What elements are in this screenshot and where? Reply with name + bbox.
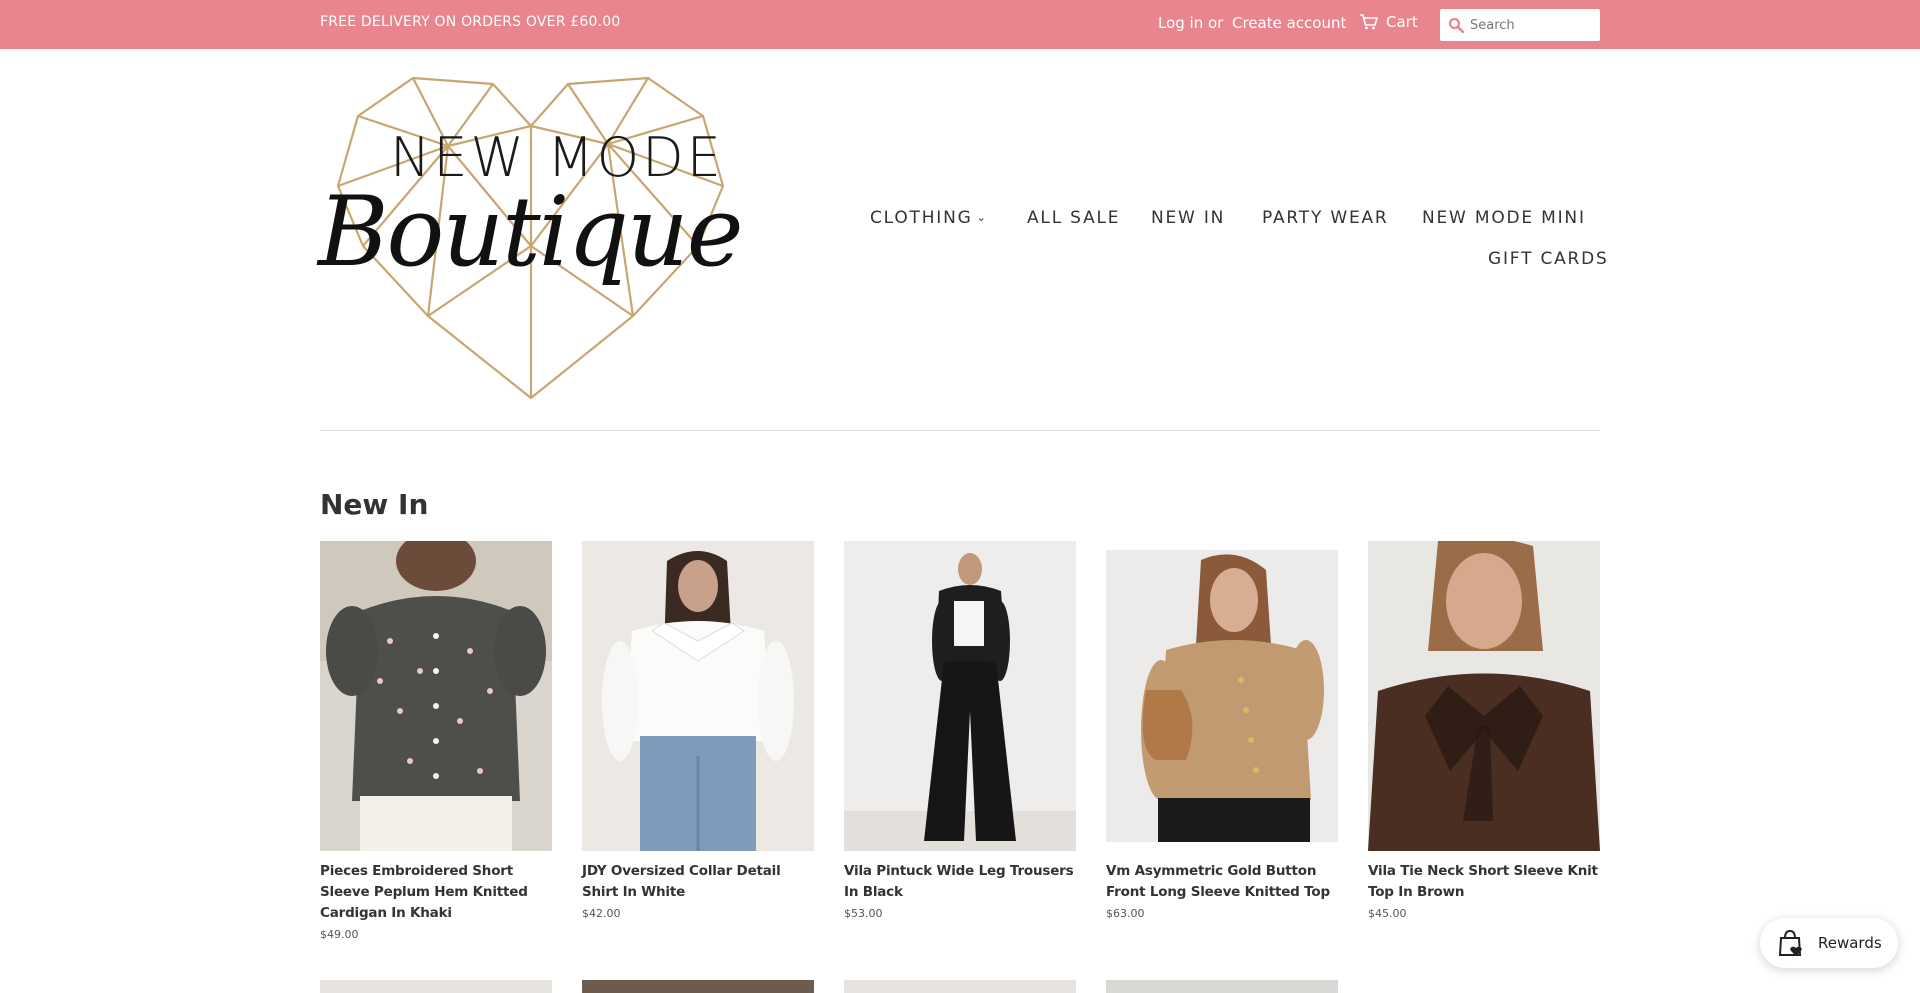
product-image[interactable] [582,541,814,851]
nav-clothing[interactable]: CLOTHING ⌄ [870,208,988,228]
cart-link[interactable]: Cart [1360,13,1418,31]
rewards-label: Rewards [1818,934,1882,952]
chevron-down-icon: ⌄ [976,211,988,224]
search-icon[interactable] [1448,17,1464,33]
cart-icon [1360,14,1378,30]
header-divider [320,430,1600,431]
product-price: $45.00 [1368,907,1407,920]
product-title[interactable]: Vila Pintuck Wide Leg Trousers In Black [844,861,1076,903]
product-price: $42.00 [582,907,621,920]
nav-new-in[interactable]: NEW IN [1151,208,1225,228]
search-box[interactable] [1440,9,1600,41]
product-image[interactable] [1106,980,1338,993]
product-image[interactable] [320,541,552,851]
section-title: New In [320,488,429,521]
product-title[interactable]: JDY Oversized Collar Detail Shirt In Whi… [582,861,814,903]
product-image[interactable] [1106,550,1338,842]
cart-label: Cart [1386,13,1418,31]
product-title[interactable]: Vila Tie Neck Short Sleeve Knit Top In B… [1368,861,1600,903]
login-link[interactable]: Log in [1158,14,1203,32]
nav-all-sale[interactable]: ALL SALE [1027,208,1120,228]
announcement-bar: FREE DELIVERY ON ORDERS OVER £60.00 Log … [0,0,1920,49]
product-image[interactable] [582,980,814,993]
product-image[interactable] [844,541,1076,851]
product-price: $63.00 [1106,907,1145,920]
nav-party-wear[interactable]: PARTY WEAR [1262,208,1389,228]
product-card[interactable]: Vm Asymmetric Gold Button Front Long Sle… [1106,541,1338,920]
nav-new-mode-mini[interactable]: NEW MODE MINI [1422,208,1586,228]
product-image[interactable] [320,980,552,993]
product-title[interactable]: Pieces Embroidered Short Sleeve Peplum H… [320,861,552,924]
free-delivery-message: FREE DELIVERY ON ORDERS OVER £60.00 [320,14,621,30]
product-title[interactable]: Vm Asymmetric Gold Button Front Long Sle… [1106,861,1338,903]
nav-clothing-label: CLOTHING [870,208,973,228]
rewards-button[interactable]: Rewards [1760,918,1898,968]
product-card[interactable]: Pieces Embroidered Short Sleeve Peplum H… [320,541,552,941]
product-card[interactable]: JDY Oversized Collar Detail Shirt In Whi… [582,541,814,920]
search-input[interactable] [1470,17,1590,33]
product-price: $49.00 [320,928,359,941]
shopping-bag-heart-icon [1778,929,1802,956]
product-image[interactable] [844,980,1076,993]
product-price: $53.00 [844,907,883,920]
product-card[interactable]: Vila Pintuck Wide Leg Trousers In Black … [844,541,1076,920]
product-card[interactable]: Vila Tie Neck Short Sleeve Knit Top In B… [1368,541,1600,920]
store-logo[interactable]: NEW MODE Boutique [318,76,744,402]
nav-gift-cards[interactable]: GIFT CARDS [1488,249,1609,269]
create-account-link[interactable]: Create account [1232,14,1346,32]
or-text: or [1208,14,1224,32]
product-image[interactable] [1368,541,1600,851]
logo-text-boutique: Boutique [318,176,744,288]
